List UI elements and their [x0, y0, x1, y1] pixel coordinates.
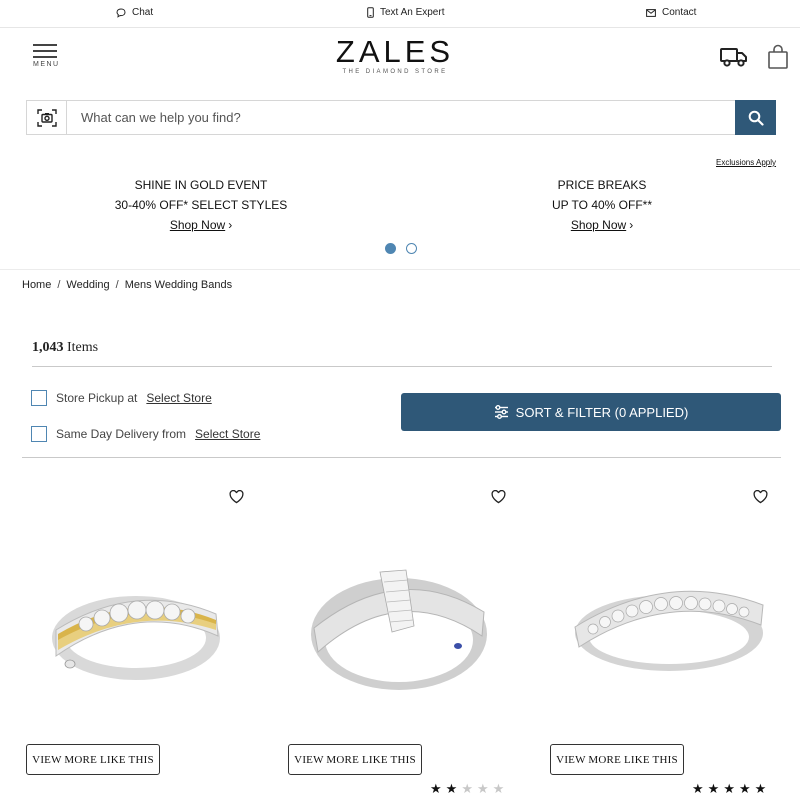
visual-search-button[interactable]: [27, 101, 67, 134]
breadcrumb-home[interactable]: Home: [22, 279, 51, 291]
promo-headline: PRICE BREAKS: [557, 178, 647, 192]
phone-icon: [367, 7, 374, 18]
store-pickup-select-store-link[interactable]: Select Store: [146, 391, 211, 405]
contact-link[interactable]: Contact: [646, 7, 696, 18]
star-icon: ★: [430, 781, 446, 796]
chat-icon: [116, 7, 126, 18]
text-expert-link[interactable]: Text An Expert: [367, 7, 444, 18]
star-icon: ★: [476, 781, 493, 796]
view-more-like-this-button[interactable]: VIEW MORE LIKE THIS: [550, 744, 684, 775]
camera-icon: [36, 108, 57, 127]
store-pickup-label: Store Pickup at: [56, 391, 138, 405]
star-rating: ★★★★★: [430, 781, 508, 797]
divider: [22, 457, 781, 458]
zales-logo[interactable]: ZALES THE DIAMOND STORE: [330, 36, 460, 80]
star-icon: ★: [754, 781, 771, 796]
delivery-truck-icon[interactable]: [719, 46, 749, 73]
menu-button[interactable]: MENU: [33, 44, 59, 70]
sliders-icon: [494, 405, 508, 419]
divider: [0, 269, 800, 270]
search-bar: [26, 100, 776, 135]
promo-offer: UP TO 40% OFF**: [551, 198, 653, 212]
breadcrumb-current: Mens Wedding Bands: [124, 279, 233, 291]
breadcrumb: Home / Wedding / Mens Wedding Bands: [22, 279, 232, 291]
promo-headline: SHINE IN GOLD EVENT: [134, 178, 268, 192]
carousel-dot-1[interactable]: [385, 243, 396, 254]
same-day-label: Same Day Delivery from: [56, 427, 187, 441]
shopping-bag-icon[interactable]: [767, 44, 789, 75]
wishlist-heart-icon[interactable]: [753, 489, 768, 509]
utility-bar: Chat Text An Expert Contact: [0, 0, 800, 28]
store-pickup-filter: Store Pickup at Select Store: [31, 390, 212, 406]
hamburger-icon: [33, 44, 59, 58]
exclusions-link[interactable]: Exclusions Apply: [716, 158, 776, 167]
text-expert-label: Text An Expert: [380, 7, 445, 18]
promo-offer: 30-40% OFF* SELECT STYLES: [114, 198, 288, 212]
sort-filter-label: SORT & FILTER (0 APPLIED): [515, 404, 689, 420]
search-input[interactable]: [68, 101, 736, 134]
same-day-checkbox[interactable]: [31, 426, 47, 442]
breadcrumb-separator: /: [115, 279, 119, 291]
contact-label: Contact: [662, 7, 697, 18]
promo-shop-now-link[interactable]: Shop Now ›: [482, 215, 722, 235]
breadcrumb-wedding[interactable]: Wedding: [66, 279, 109, 291]
star-icon: ★: [692, 781, 708, 796]
chat-label: Chat: [132, 7, 154, 18]
search-icon: [748, 110, 764, 126]
product-image[interactable]: [306, 566, 492, 701]
chat-link[interactable]: Chat: [116, 7, 153, 18]
star-icon: ★: [738, 781, 755, 796]
search-submit-button[interactable]: [735, 100, 776, 135]
store-pickup-checkbox[interactable]: [31, 390, 47, 406]
star-icon: ★: [445, 781, 462, 796]
promo-shop-now-link[interactable]: Shop Now ›: [81, 215, 321, 235]
star-icon: ★: [492, 781, 509, 796]
star-icon: ★: [461, 781, 477, 796]
results-number: 1,043: [32, 340, 64, 355]
logo-wordmark: ZALES: [335, 34, 455, 69]
wishlist-heart-icon[interactable]: [491, 489, 506, 509]
star-icon: ★: [723, 781, 739, 796]
chevron-right-icon: ›: [629, 218, 634, 232]
star-rating: ★★★★★: [692, 781, 770, 797]
promo-slide: PRICE BREAKS UP TO 40% OFF** Shop Now ›: [482, 175, 722, 235]
same-day-select-store-link[interactable]: Select Store: [195, 427, 260, 441]
mail-icon: [646, 8, 656, 17]
same-day-filter: Same Day Delivery from Select Store: [31, 426, 260, 442]
product-image[interactable]: [571, 575, 767, 680]
carousel-dot-2[interactable]: [406, 243, 417, 254]
product-image[interactable]: [46, 578, 226, 693]
divider: [32, 366, 772, 367]
logo-tagline: THE DIAMOND STORE: [342, 69, 448, 75]
results-label: Items: [67, 340, 99, 355]
view-more-like-this-button[interactable]: VIEW MORE LIKE THIS: [26, 744, 160, 775]
breadcrumb-separator: /: [57, 279, 61, 291]
star-icon: ★: [707, 781, 724, 796]
view-more-like-this-button[interactable]: VIEW MORE LIKE THIS: [288, 744, 422, 775]
results-count: 1,043 Items: [32, 340, 98, 356]
promo-slide: SHINE IN GOLD EVENT 30-40% OFF* SELECT S…: [81, 175, 321, 235]
chevron-right-icon: ›: [228, 218, 233, 232]
wishlist-heart-icon[interactable]: [229, 489, 244, 509]
menu-label: MENU: [33, 61, 60, 68]
sort-filter-button[interactable]: SORT & FILTER (0 APPLIED): [401, 393, 781, 431]
